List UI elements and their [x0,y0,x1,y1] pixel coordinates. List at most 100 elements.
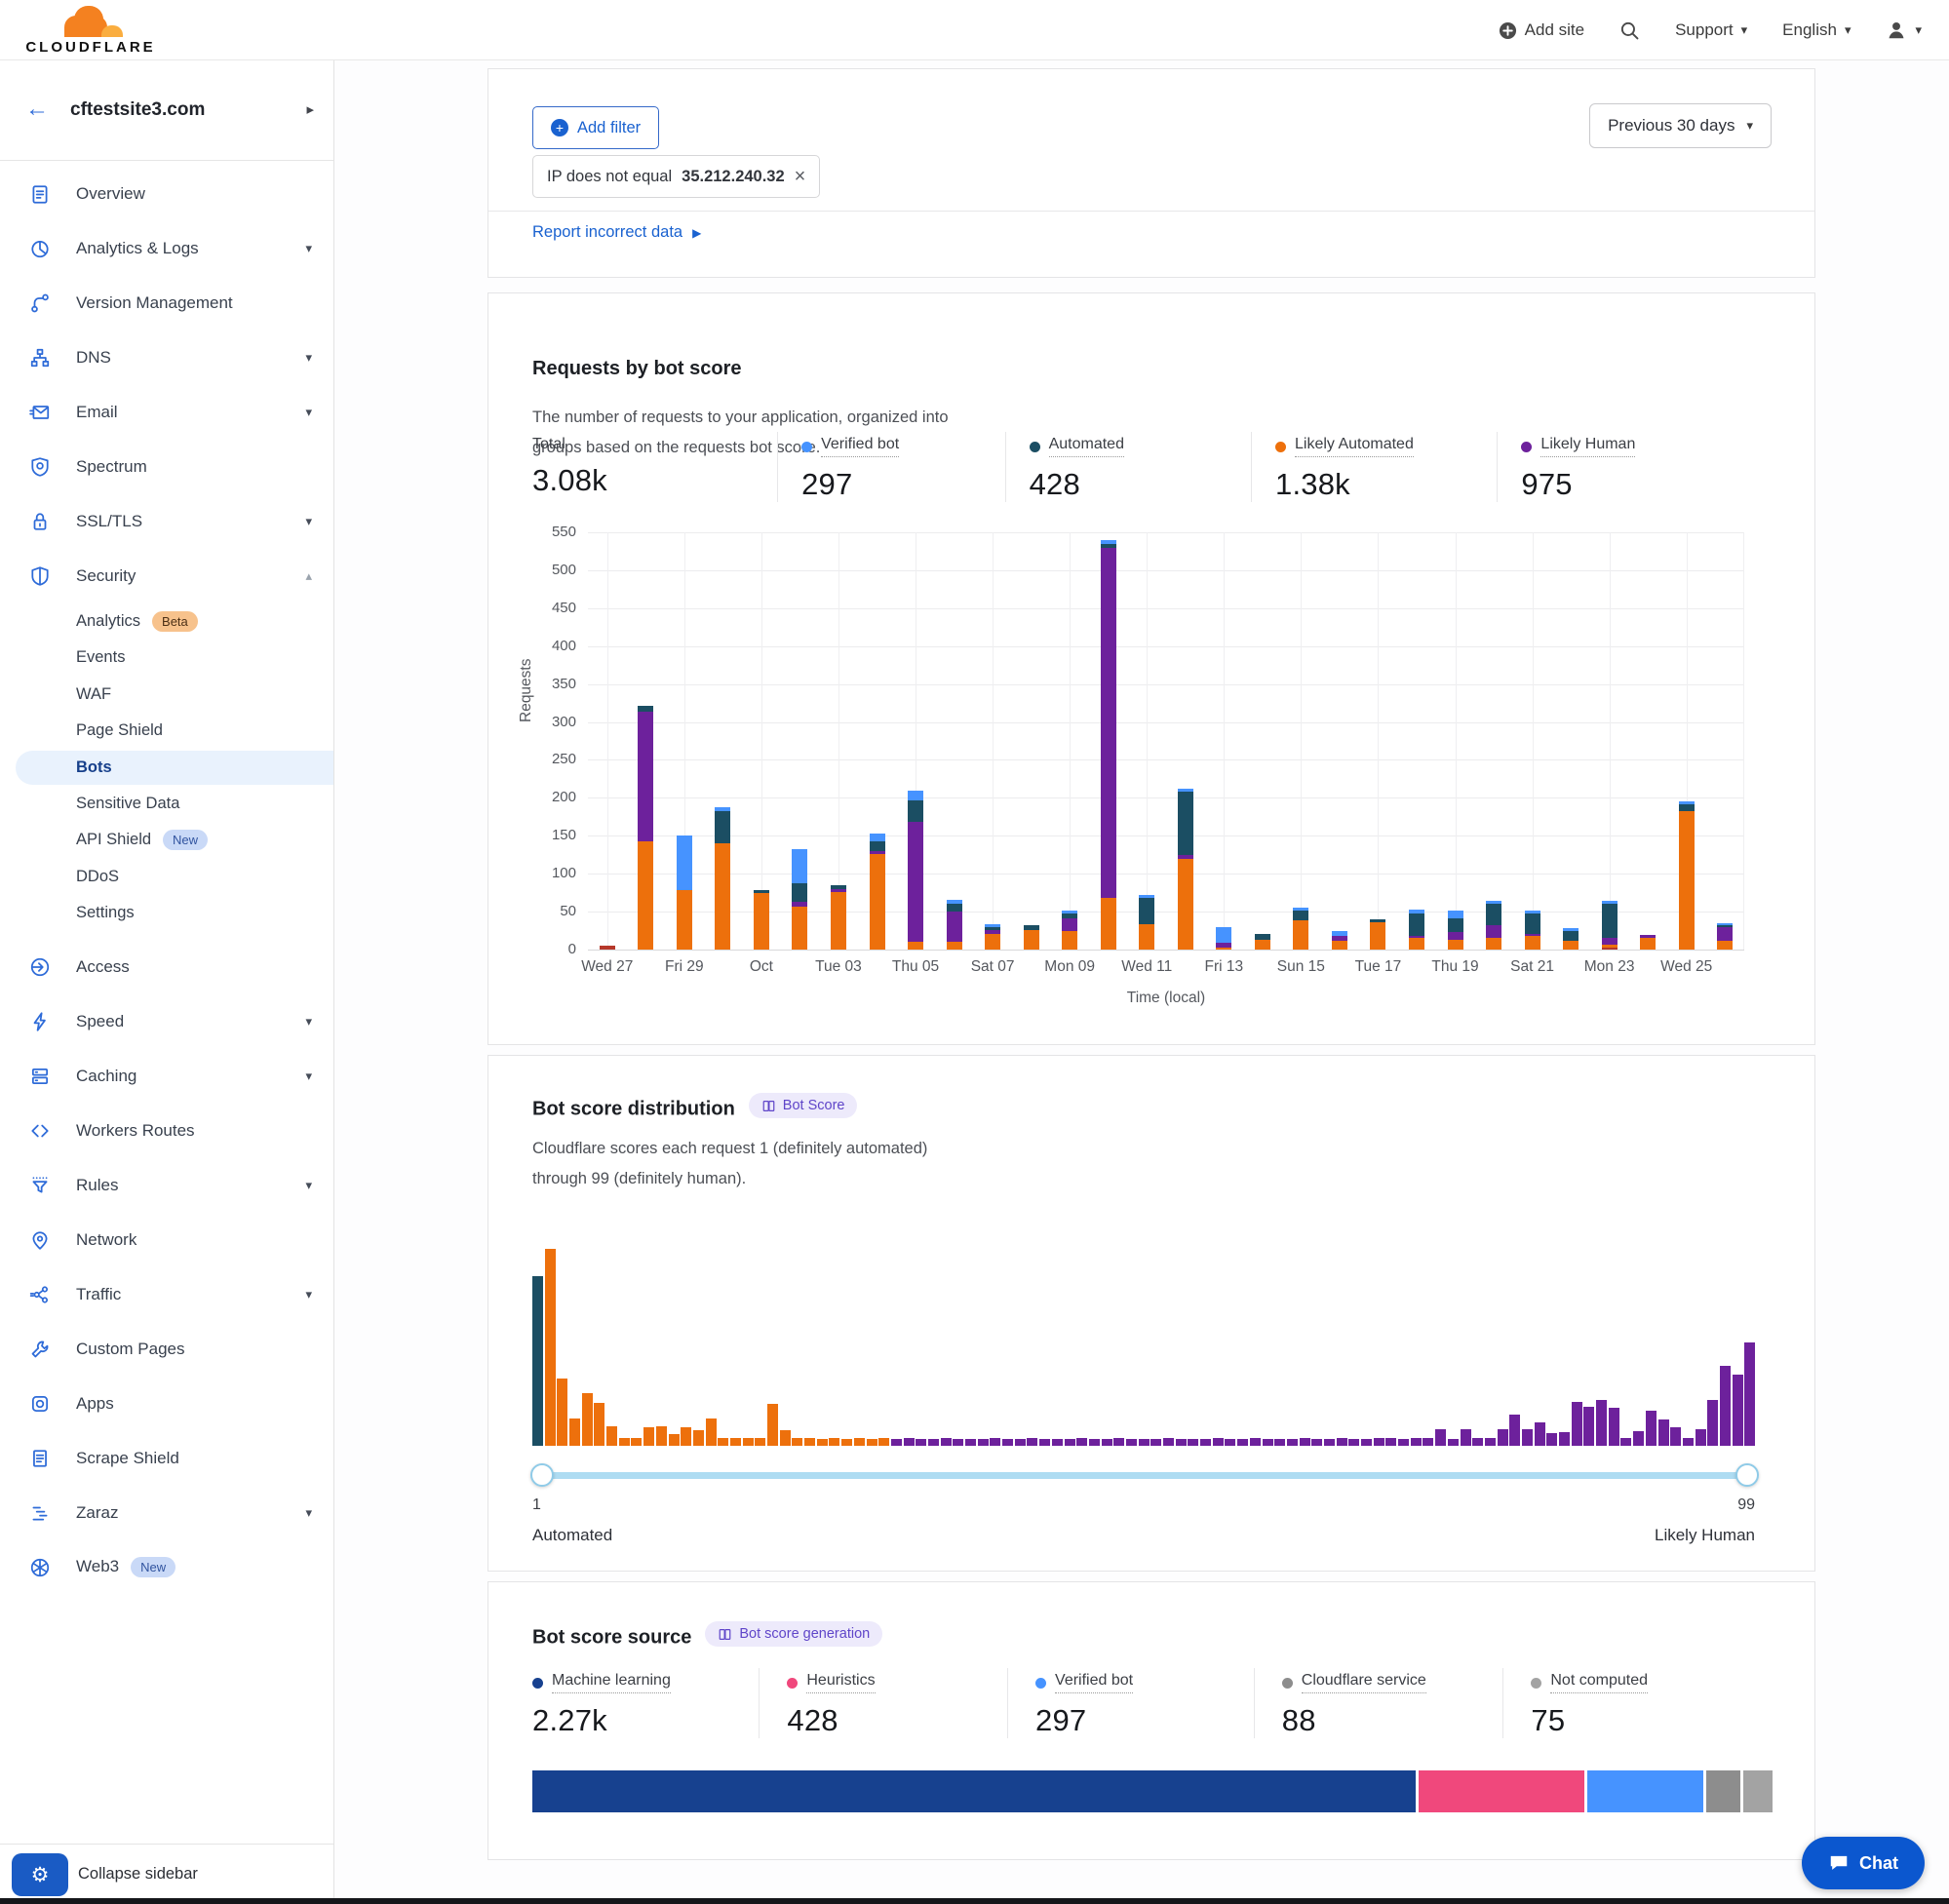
sidebar-item-page-shield[interactable]: Page Shield [0,713,333,749]
sidebar-item-analytics-logs[interactable]: Analytics & Logs▾ [0,221,333,276]
legend-dot-icon [787,1678,798,1689]
stat-label-text: Verified bot [1055,1672,1133,1693]
histogram-bar-score-24 [817,1439,828,1446]
filter-chip[interactable]: IP does not equal 35.212.240.32 × [532,155,820,198]
x-tick-label: Mon 23 [1566,958,1654,976]
workers-icon [29,1120,51,1142]
sidebar-item-network[interactable]: Network [0,1213,333,1267]
histogram-bar-score-1 [532,1276,543,1446]
sidebar-item-apps[interactable]: Apps [0,1377,333,1431]
sidebar-item-custom-pages[interactable]: Custom Pages [0,1322,333,1377]
sidebar-item-rules[interactable]: Rules▾ [0,1158,333,1213]
sidebar-item-email[interactable]: Email▾ [0,385,333,440]
sidebar-item-events[interactable]: Events [0,640,333,676]
sidebar-item-caching[interactable]: Caching▾ [0,1049,333,1104]
sidebar-item-scrape-shield[interactable]: Scrape Shield [0,1431,333,1486]
cloudflare-logo[interactable]: CLOUDFLARE [18,4,164,56]
site-selector[interactable]: ← cftestsite3.com ▸ [0,60,333,161]
search-button[interactable] [1619,20,1640,41]
version-icon [29,292,51,314]
stat-label-text: Total [532,436,565,453]
sidebar-item-dns[interactable]: DNS▾ [0,330,333,385]
web3-icon [29,1557,51,1578]
sidebar-item-web3[interactable]: Web3New [0,1540,333,1595]
chat-button[interactable]: Chat [1802,1837,1925,1889]
histogram-bar-score-30 [891,1439,902,1446]
slider-handle-max[interactable] [1735,1463,1759,1487]
x-tick-label: Tue 17 [1334,958,1422,976]
y-tick-label: 150 [508,827,576,843]
histogram-bar-score-19 [755,1438,765,1446]
support-menu[interactable]: Support ▾ [1675,20,1747,40]
sidebar-item-traffic[interactable]: Traffic▾ [0,1267,333,1322]
bar-tue-03 [831,885,846,950]
sidebar-item-label: Apps [76,1394,114,1414]
sidebar-item-security[interactable]: Security▴ [0,549,333,603]
requests-stats-row: Total3.08kVerified bot297Automated428Lik… [532,432,1775,502]
quick-settings-button[interactable]: ⚙ [12,1853,68,1896]
sidebar-item-analytics[interactable]: AnalyticsBeta [0,603,333,640]
y-tick-label: 550 [508,524,576,540]
gridline [588,950,1744,951]
histogram-bar-score-80 [1509,1415,1520,1446]
bot-score-generation-badge[interactable]: Bot score generation [705,1621,882,1647]
slider-track[interactable] [532,1472,1757,1479]
sidebar-item-bots[interactable]: Bots [0,750,333,786]
bar-segment-likely-automated [985,934,1000,950]
account-menu[interactable]: ▾ [1886,19,1922,41]
y-tick-label: 50 [508,903,576,919]
collapse-sidebar-button[interactable]: Collapse sidebar [78,1865,198,1884]
legend-dot-icon [1282,1678,1293,1689]
close-icon[interactable]: × [795,167,806,186]
sidebar-item-waf[interactable]: WAF [0,677,333,713]
bot-score-badge[interactable]: Bot Score [749,1093,858,1118]
sidebar-item-settings[interactable]: Settings [0,895,333,931]
histogram-bar-score-55 [1200,1439,1211,1446]
sidebar-item-sensitive-data[interactable]: Sensitive Data [0,786,333,822]
gridline [1147,532,1148,950]
sidebar-item-overview[interactable]: Overview [0,167,333,221]
x-tick-label: Sat 21 [1489,958,1577,976]
bar-sat-30 [715,807,730,950]
badge-new: New [131,1557,175,1577]
back-arrow-icon[interactable]: ← [25,96,49,123]
stat-label-text: Machine learning [552,1672,671,1693]
bar-wed-04 [870,834,885,950]
security-icon [29,565,51,587]
add-site-button[interactable]: Add site [1499,20,1584,40]
bar-tue-10 [1101,540,1116,950]
histogram-bar-score-16 [718,1438,728,1447]
access-icon [29,956,51,978]
histogram-bar-score-59 [1250,1438,1261,1446]
bar-segment-likely-automated [1448,940,1463,950]
language-menu[interactable]: English ▾ [1782,20,1851,40]
sidebar-item-ssl-tls[interactable]: SSL/TLS▾ [0,494,333,549]
sidebar-item-version-management[interactable]: Version Management [0,276,333,330]
sidebar-item-speed[interactable]: Speed▾ [0,994,333,1049]
histogram-bar-score-12 [669,1434,680,1446]
histogram-bar-score-88 [1609,1408,1619,1446]
sidebar-item-label: Version Management [76,293,233,313]
slider-handle-min[interactable] [530,1463,554,1487]
bar-segment-likely-automated [1062,931,1077,950]
sidebar-item-workers-routes[interactable]: Workers Routes [0,1104,333,1158]
date-range-select[interactable]: Previous 30 days ▾ [1589,103,1772,148]
sidebar-item-ddos[interactable]: DDoS [0,859,333,895]
add-filter-button[interactable]: + Add filter [532,106,659,149]
y-tick-label: 0 [508,941,576,957]
histogram-bar-score-38 [990,1438,1000,1446]
filters-card: + Add filter IP does not equal 35.212.24… [487,68,1815,278]
bar-segment-automated [1255,934,1270,939]
filter-chip-text: IP does not equal [547,168,672,186]
sidebar-item-label: Analytics & Logs [76,239,199,258]
bar-segment-verified-bot [985,924,1000,927]
sidebar-item-spectrum[interactable]: Spectrum [0,440,333,494]
sidebar-item-zaraz[interactable]: Zaraz▾ [0,1486,333,1540]
chevron-up-icon: ▴ [305,568,312,584]
sidebar-item-api-shield[interactable]: API ShieldNew [0,822,333,858]
stat-value: 428 [787,1703,1007,1738]
sidebar-item-access[interactable]: Access [0,940,333,994]
source-segment-verified-bot [1587,1770,1703,1812]
histogram-bar-score-27 [854,1438,865,1446]
report-incorrect-data-link[interactable]: Report incorrect data ▶ [532,223,701,242]
